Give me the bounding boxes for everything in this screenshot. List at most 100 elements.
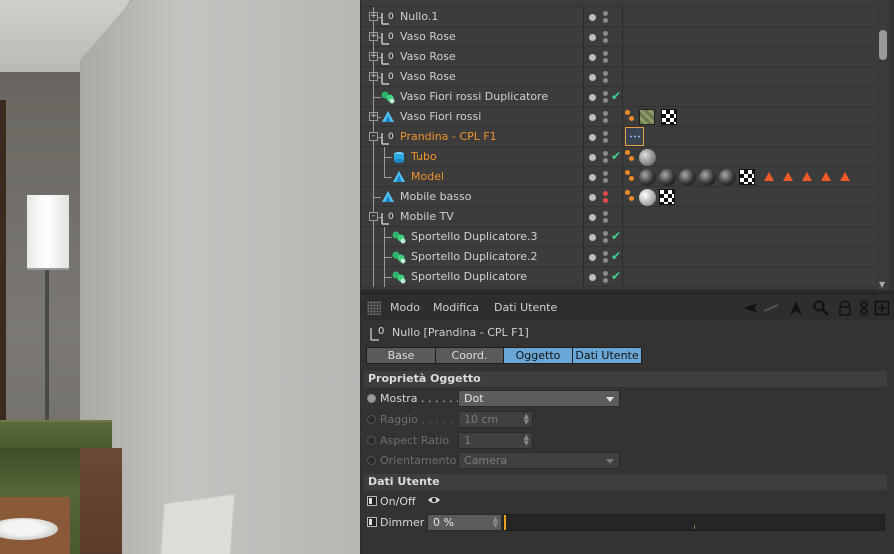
render-visibility-dot-small[interactable] (603, 178, 608, 183)
render-visibility-dot-small[interactable] (603, 278, 608, 283)
render-visibility-dot-small[interactable] (603, 118, 608, 123)
object-name-cell[interactable]: Sportello Duplicatore (361, 267, 582, 287)
object-row[interactable]: Tubo ✔ (361, 147, 878, 167)
object-name-cell[interactable]: +0 Vaso Rose (361, 67, 582, 87)
tags-cell[interactable] (622, 207, 878, 227)
editor-visibility-dot[interactable] (589, 14, 596, 21)
animate-radio[interactable] (367, 436, 376, 445)
expand-plus-icon[interactable]: + (369, 52, 378, 61)
editor-visibility-dot[interactable] (589, 34, 596, 41)
tags-cell[interactable] (622, 47, 878, 67)
visibility-cell[interactable]: ✔ (583, 147, 621, 167)
lock-icon[interactable] (837, 300, 853, 316)
render-visibility-dot-small[interactable] (603, 78, 608, 83)
tab-oggetto[interactable]: Oggetto (503, 347, 573, 364)
render-visibility-dot-small[interactable] (603, 218, 608, 223)
editor-visibility-dot[interactable] (589, 114, 596, 121)
object-name-cell[interactable]: Sportello Duplicatore.2 (361, 247, 582, 267)
editor-visibility-dot[interactable] (589, 134, 596, 141)
warning-triangle-icon[interactable] (802, 172, 812, 181)
object-row-partial[interactable] (361, 0, 878, 7)
object-row-partial[interactable] (361, 287, 878, 290)
editor-visibility-dot-small[interactable] (603, 191, 608, 196)
tags-cell[interactable] (622, 87, 878, 107)
object-row[interactable]: +0 Vaso Rose (361, 67, 878, 87)
collapse-minus-icon[interactable]: - (369, 132, 378, 141)
editor-visibility-dot[interactable] (589, 174, 596, 181)
editor-visibility-dot[interactable] (589, 54, 596, 61)
material-sphere-tag-icon[interactable] (639, 169, 656, 186)
render-visibility-dot-small[interactable] (603, 158, 608, 163)
tab-base[interactable]: Base (366, 347, 436, 364)
object-manager-scroll-thumb[interactable] (879, 30, 887, 60)
render-visibility-dot-small[interactable] (603, 238, 608, 243)
editor-visibility-dot[interactable] (589, 254, 596, 261)
material-sphere-tag-icon[interactable] (719, 169, 736, 186)
object-row[interactable]: +0 Vaso Rose (361, 47, 878, 67)
object-row[interactable]: Model (361, 167, 878, 187)
panel-grip-icon[interactable] (367, 301, 381, 315)
visibility-cell[interactable]: ✔ (583, 87, 621, 107)
tags-cell[interactable] (622, 267, 878, 287)
visibility-cell[interactable] (583, 187, 621, 207)
tags-cell[interactable] (622, 187, 878, 207)
menu-dati-utente[interactable]: Dati Utente (494, 301, 557, 314)
enabled-check-icon[interactable]: ✔ (611, 269, 621, 283)
menu-modifica[interactable]: Modifica (433, 301, 479, 314)
material-sphere-tag-icon[interactable] (659, 169, 676, 186)
material-tag-icon[interactable] (639, 109, 655, 125)
editor-visibility-dot-small[interactable] (603, 111, 608, 116)
render-visibility-dot-small[interactable] (603, 38, 608, 43)
keyframe-checkbox[interactable] (367, 496, 377, 506)
object-name-cell[interactable]: - 0 Prandina - CPL F1 (361, 127, 582, 147)
object-name-cell[interactable]: Sportello Duplicatore.3 (361, 227, 582, 247)
object-name-cell[interactable]: Mobile basso (361, 187, 582, 207)
object-name-cell[interactable]: +0 Nullo.1 (361, 7, 582, 27)
render-visibility-dot-small[interactable] (603, 58, 608, 63)
object-row[interactable]: Mobile basso (361, 187, 878, 207)
object-row[interactable]: +0 Vaso Rose (361, 27, 878, 47)
tags-cell[interactable] (622, 107, 878, 127)
animate-radio[interactable] (367, 415, 376, 424)
dimmer-slider-handle[interactable] (504, 515, 506, 530)
material-sphere-tag-icon[interactable] (639, 149, 656, 166)
forward-arrow-icon[interactable] (763, 300, 779, 316)
visibility-cell[interactable]: ✔ (583, 267, 621, 287)
object-manager[interactable]: +0 Nullo.1 +0 Vaso Rose +0 Vaso Rose +0 Vaso Ro… (361, 0, 894, 290)
tags-cell[interactable] (622, 7, 878, 27)
render-visibility-dot-small[interactable] (603, 18, 608, 23)
visibility-cell[interactable]: ✔ (583, 247, 621, 267)
editor-visibility-dot-small[interactable] (603, 131, 608, 136)
tags-cell[interactable] (622, 67, 878, 87)
mostra-dropdown[interactable]: Dot (458, 390, 620, 407)
editor-visibility-dot-small[interactable] (603, 151, 608, 156)
editor-visibility-dot[interactable] (589, 274, 596, 281)
phong-tag-icon[interactable] (625, 110, 634, 122)
expand-plus-icon[interactable]: + (369, 32, 378, 41)
tags-cell[interactable] (622, 27, 878, 47)
back-arrow-icon[interactable] (743, 300, 759, 316)
material-sphere-tag-icon[interactable] (679, 169, 696, 186)
phong-tag-icon[interactable] (625, 150, 634, 162)
editor-visibility-dot-small[interactable] (603, 171, 608, 176)
tags-cell[interactable] (622, 127, 878, 147)
editor-visibility-dot-small[interactable] (603, 51, 608, 56)
enabled-check-icon[interactable]: ✔ (611, 89, 621, 103)
stepper-arrows-icon[interactable]: ▲ ▼ (524, 434, 529, 447)
visibility-cell[interactable] (583, 167, 621, 187)
link-icon[interactable] (856, 300, 872, 316)
warning-triangle-icon[interactable] (840, 172, 850, 181)
scroll-down-arrow-icon[interactable]: ▼ (879, 280, 885, 289)
object-row[interactable]: - 0 Mobile TV (361, 207, 878, 227)
object-name-cell[interactable]: Vaso Fiori rossi Duplicatore (361, 87, 582, 107)
material-sphere-tag-icon[interactable] (699, 169, 716, 186)
visibility-cell[interactable] (583, 127, 621, 147)
editor-visibility-dot[interactable] (589, 194, 596, 201)
texture-tag-icon[interactable] (659, 189, 675, 205)
object-name-cell[interactable]: + Vaso Fiori rossi (361, 107, 582, 127)
tags-cell[interactable] (622, 147, 878, 167)
object-row[interactable]: +0 Nullo.1 (361, 7, 878, 27)
visibility-cell[interactable] (583, 207, 621, 227)
aspect-ratio-field[interactable]: 1 ▲ ▼ (458, 432, 533, 449)
object-row[interactable]: Vaso Fiori rossi Duplicatore ✔ (361, 87, 878, 107)
